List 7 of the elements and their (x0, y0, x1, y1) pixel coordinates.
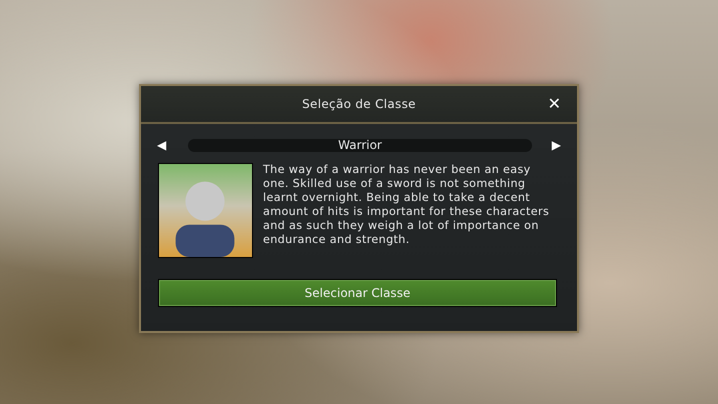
next-class-button[interactable]: ▶ (552, 138, 561, 152)
previous-class-button[interactable]: ◀ (157, 138, 166, 152)
dialog-title: Seleção de Classe (302, 96, 416, 113)
class-name: Warrior (188, 138, 532, 152)
select-class-button[interactable]: Selecionar Classe (158, 279, 557, 307)
close-button[interactable]: ✕ (548, 94, 561, 114)
class-description: The way of a warrior has never been an easy one. Skilled use of a sword is not something learnt overnight. Being able to take a decent amount of hits is important for these characters and as such they weigh a lot of importance on endurance and strength. (263, 163, 550, 248)
